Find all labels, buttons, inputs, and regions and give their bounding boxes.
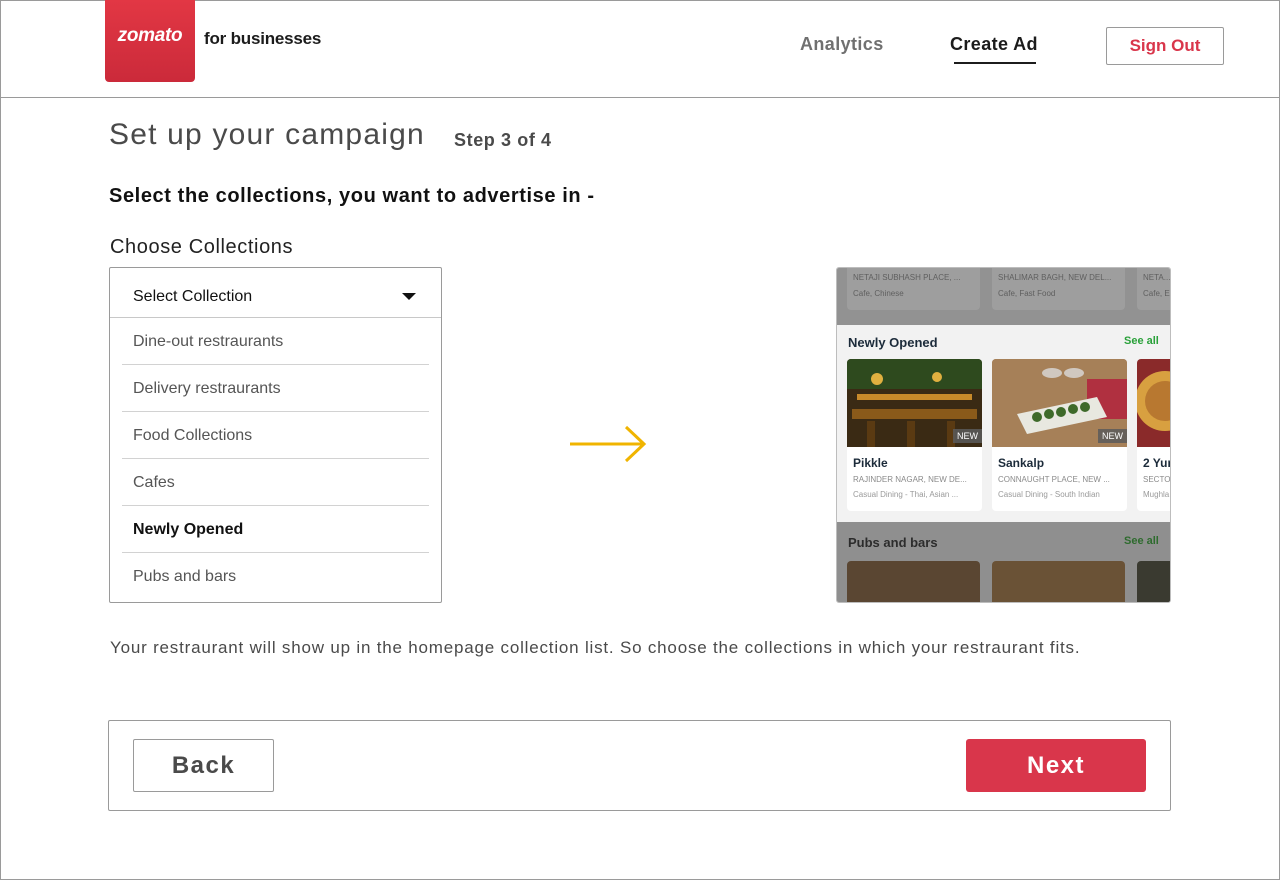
option-label: Food Collections [133, 427, 253, 444]
dropdown-option-newly-opened[interactable]: Newly Opened [122, 506, 429, 553]
caret-down-icon[interactable] [402, 293, 416, 300]
top-header: zomato for businesses Analytics Create A… [0, 0, 1280, 98]
pub-photo [847, 561, 980, 602]
dropdown-option-delivery[interactable]: Delivery restraurants [122, 365, 429, 412]
page-title: Set up your campaign [109, 118, 425, 151]
logo-text: zomato [117, 25, 183, 46]
restaurant-card: NEW Pikkle RAJINDER NAGAR, NEW DE... Cas… [847, 359, 982, 511]
restaurant-location: SECTO [1143, 475, 1171, 484]
restaurant-name: Pikkle [853, 456, 888, 470]
pub-photo [1137, 561, 1170, 602]
restaurant-name: 2 Yum [1143, 456, 1170, 470]
option-label: Cafes [133, 474, 175, 491]
collection-dropdown: Select Collection Dine-out restraurants … [109, 267, 442, 603]
restaurant-location: RAJINDER NAGAR, NEW DE... [853, 475, 967, 484]
sign-out-button[interactable]: Sign Out [1106, 27, 1224, 65]
dropdown-option-cafes[interactable]: Cafes [122, 459, 429, 506]
choose-collections-label: Choose Collections [110, 236, 294, 258]
restaurant-category: Mughla [1143, 490, 1170, 499]
active-nav-indicator [954, 62, 1036, 64]
restaurant-photo [1137, 359, 1170, 447]
preview-top-row: NETAJI SUBHASH PLACE, ... Cafe, Chinese … [837, 268, 1170, 325]
new-badge: NEW [953, 429, 982, 443]
restaurant-location: CONNAUGHT PLACE, NEW ... [998, 475, 1110, 484]
nav-create-ad[interactable]: Create Ad [950, 34, 1038, 55]
helper-text: Your restraurant will show up in the hom… [110, 638, 1081, 657]
zomato-logo[interactable]: zomato [105, 0, 195, 82]
option-label: Pubs and bars [133, 568, 237, 585]
next-button[interactable]: Next [966, 739, 1146, 792]
restaurant-card: NEW Sankalp CONNAUGHT PLACE, NEW ... Cas… [992, 359, 1127, 511]
preview-see-all: See all [1124, 335, 1159, 347]
collection-select[interactable]: Select Collection [110, 268, 441, 318]
preview-newly-opened-section: Newly Opened See all NEW Pikkle RAJINDER… [837, 325, 1171, 522]
dropdown-option-food-collections[interactable]: Food Collections [122, 412, 429, 459]
restaurant-name: Sankalp [998, 456, 1045, 470]
pub-photo [992, 561, 1125, 602]
option-label: Delivery restraurants [133, 380, 281, 397]
restaurant-category: Casual Dining - South Indian [998, 490, 1100, 499]
restaurant-category: Casual Dining - Thai, Asian ... [853, 490, 959, 499]
new-badge: NEW [1098, 429, 1127, 443]
dropdown-option-dine-out[interactable]: Dine-out restraurants [122, 318, 429, 365]
dim-overlay [837, 268, 1170, 325]
logo-subtitle: for businesses [204, 29, 322, 48]
step-indicator: Step 3 of 4 [454, 130, 552, 150]
preview-next-see-all: See all [1124, 535, 1159, 547]
option-label: Dine-out restraurants [133, 333, 284, 350]
preview-section-title: Newly Opened [848, 335, 938, 350]
section-heading: Select the collections, you want to adve… [109, 185, 595, 207]
select-value: Select Collection [133, 288, 253, 305]
nav-analytics[interactable]: Analytics [800, 34, 884, 55]
back-button[interactable]: Back [133, 739, 274, 792]
dropdown-option-pubs-and-bars[interactable]: Pubs and bars [122, 553, 429, 600]
preview-pubs-section: Pubs and bars See all [837, 522, 1170, 602]
arrow-right-icon [570, 425, 647, 463]
option-label: Newly Opened [133, 521, 244, 538]
preview-next-section-title: Pubs and bars [848, 535, 938, 550]
restaurant-card: 2 Yum SECTO Mughla [1137, 359, 1171, 511]
collection-preview: NETAJI SUBHASH PLACE, ... Cafe, Chinese … [836, 267, 1171, 603]
